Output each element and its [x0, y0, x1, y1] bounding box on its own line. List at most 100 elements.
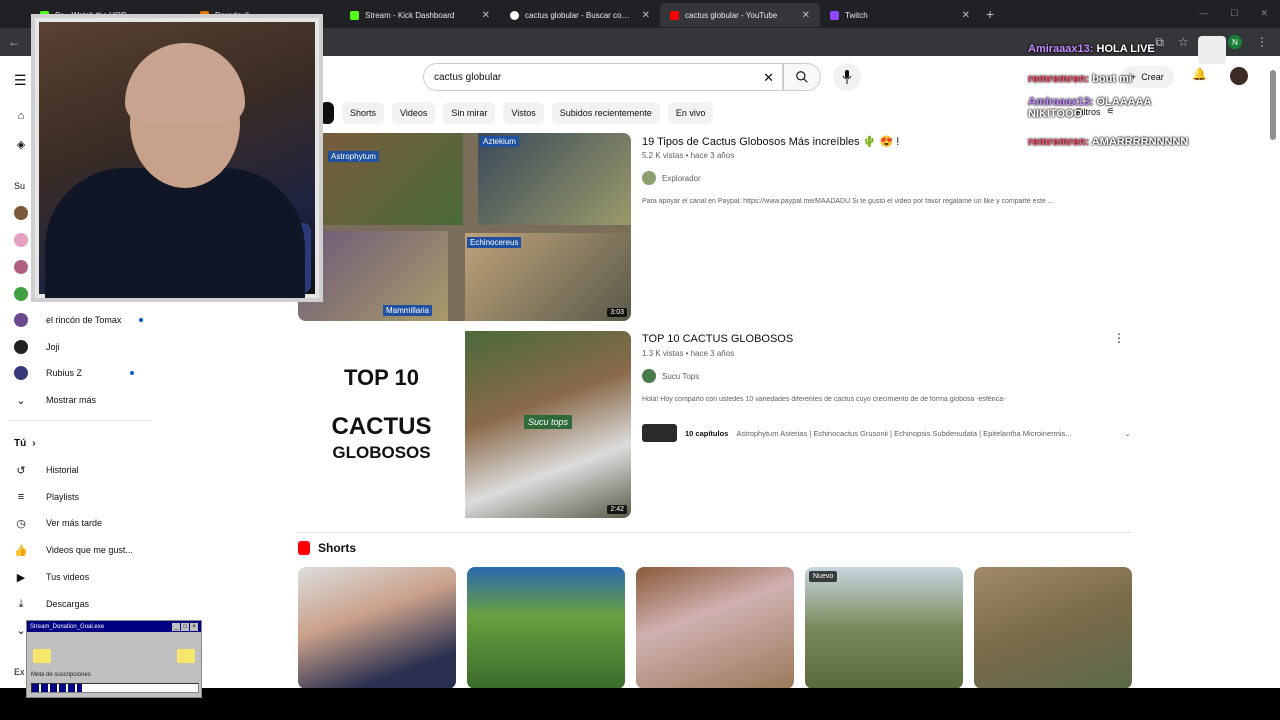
search-button[interactable]: [783, 63, 821, 91]
chapters-text: Astrophytum Asterias | Echinocactus Grus…: [736, 428, 1072, 438]
voice-search-button[interactable]: [833, 63, 861, 91]
sidebar-item-home[interactable]: ⌂: [14, 106, 28, 126]
minimize-icon[interactable]: —: [1199, 8, 1208, 19]
sidebar-item-watch-later[interactable]: ◷ Ver más tarde: [14, 513, 102, 533]
chapter-thumb: [642, 424, 677, 442]
goal-progress-bar: [31, 683, 199, 693]
sidebar-item-el-rincon-de-tomax[interactable]: el rincón de Tomax: [14, 310, 144, 330]
video-result[interactable]: TOP 10 CACTUS GLOBOSOS Sucu tops 2:42 TO…: [298, 331, 1132, 518]
browser-tab[interactable]: Stream - Kick Dashboard ✕: [340, 3, 500, 27]
video-result[interactable]: Astrophytum Aztekium Mammillaria Echinoc…: [298, 133, 1132, 321]
short-card[interactable]: [974, 567, 1132, 689]
sidebar-channel[interactable]: [14, 203, 28, 223]
search-value: cactus globular: [434, 71, 502, 83]
you-header-label: Tú: [14, 437, 27, 449]
profile-avatar[interactable]: N: [1228, 35, 1242, 49]
widget-titlebar: Stream_Donation_Goal.exe _ □ ×: [27, 621, 201, 632]
thumb-label: Astrophytum: [328, 151, 379, 162]
channel-avatar: [14, 340, 28, 354]
create-label: Crear: [1141, 72, 1164, 82]
shorts-icon: ◈: [16, 138, 26, 151]
clear-search-icon[interactable]: ✕: [763, 70, 774, 86]
sidebar-item-downloads[interactable]: ⤓ Descargas: [14, 594, 89, 614]
video-meta: 5.2 K vistas • hace 3 años: [642, 151, 735, 160]
sidebar-explore-header[interactable]: Ex: [14, 662, 25, 682]
new-tab-button[interactable]: +: [986, 6, 994, 22]
video-thumbnail[interactable]: Astrophytum Aztekium Mammillaria Echinoc…: [298, 133, 631, 321]
download-icon: ⤓: [18, 597, 24, 610]
new-badge: Nuevo: [809, 571, 838, 582]
chapters-row[interactable]: 10 capítulos Astrophytum Asterias | Echi…: [642, 422, 1132, 444]
more-options-icon[interactable]: ⋮: [1113, 331, 1125, 345]
sidebar-item-joji[interactable]: Joji: [14, 337, 60, 357]
scrollbar[interactable]: [1270, 60, 1278, 682]
channel-name: Sucu Tops: [662, 371, 700, 381]
video-channel[interactable]: Explorador: [642, 171, 701, 185]
search-input[interactable]: cactus globular ✕: [423, 63, 783, 91]
chip-recent[interactable]: Subidos recientemente: [551, 102, 660, 124]
thumb-label: Echinocereus: [467, 237, 522, 248]
google-icon: [510, 10, 519, 20]
maximize-icon[interactable]: ☐: [1230, 8, 1238, 19]
thumb-text-panel: TOP 10 CACTUS GLOBOSOS: [298, 331, 465, 518]
video-channel[interactable]: Sucu Tops: [642, 369, 699, 383]
notifications-icon[interactable]: 🔔: [1192, 67, 1207, 81]
sidebar-item-liked[interactable]: 👍 Videos que me gust...: [14, 540, 133, 560]
browser-tab[interactable]: cactus globular - Buscar con Google ✕: [500, 3, 660, 27]
close-tab-icon[interactable]: ✕: [642, 10, 650, 21]
chip-live[interactable]: En vivo: [667, 102, 714, 124]
channel-avatar: [14, 287, 28, 301]
scrollbar-thumb[interactable]: [1270, 70, 1276, 140]
thumbs-up-icon: 👍: [14, 544, 28, 557]
chip-shorts[interactable]: Shorts: [342, 102, 385, 124]
close-window-icon[interactable]: ✕: [1260, 8, 1268, 19]
chapters-label: 10 capítulos: [685, 428, 729, 438]
back-icon[interactable]: ←: [8, 35, 20, 49]
chip-watched[interactable]: Vistos: [503, 102, 544, 124]
sidebar-item-shorts[interactable]: ◈: [14, 134, 28, 154]
user-avatar[interactable]: [1230, 67, 1248, 85]
you-header[interactable]: Tú ›: [14, 433, 36, 453]
channel-label: el rincón de Tomax: [46, 315, 122, 325]
star-icon[interactable]: ☆: [1178, 35, 1189, 49]
sidebar-item-your-videos[interactable]: ▶ Tus videos: [14, 567, 89, 587]
chip-unwatched[interactable]: Sin mirar: [443, 102, 496, 124]
video-thumbnail[interactable]: TOP 10 CACTUS GLOBOSOS Sucu tops 2:42: [298, 331, 631, 518]
short-card[interactable]: [467, 567, 625, 689]
browser-tab[interactable]: Twitch ✕: [820, 3, 980, 27]
close-tab-icon[interactable]: ✕: [802, 10, 810, 21]
chevron-down-icon[interactable]: ⌄: [1124, 429, 1130, 438]
video-title[interactable]: TOP 10 CACTUS GLOBOSOS: [642, 333, 793, 345]
donation-goal-widget: Stream_Donation_Goal.exe _ □ × Meta de sus…: [26, 620, 202, 698]
sidebar-channel[interactable]: [14, 230, 28, 250]
hamburger-menu-icon[interactable]: ☰: [14, 72, 27, 89]
clock-icon: ◷: [16, 517, 26, 530]
emote-icon: [1198, 36, 1226, 64]
short-card[interactable]: [298, 567, 456, 689]
streamer-body: [45, 168, 305, 298]
channel-avatar: [14, 366, 28, 380]
explore-label: Ex: [14, 667, 25, 677]
filter-chips: Shorts Videos Sin mirar Vistos Subidos r…: [320, 102, 714, 124]
short-card[interactable]: [636, 567, 794, 689]
close-tab-icon[interactable]: ✕: [482, 10, 490, 21]
close-tab-icon[interactable]: ✕: [962, 10, 970, 21]
sidebar-channel[interactable]: [14, 257, 28, 277]
sidebar-item-playlists[interactable]: ≡ Playlists: [14, 487, 79, 507]
divider: [298, 532, 1132, 533]
cast-icon[interactable]: ⧉: [1155, 35, 1164, 50]
video-title[interactable]: 19 Tipos de Cactus Globosos Más increíbl…: [642, 135, 899, 148]
sidebar-item-history[interactable]: ↺ Historial: [14, 460, 78, 480]
sidebar-item-rubius-z[interactable]: Rubius Z: [14, 363, 135, 383]
window-controls: — ☐ ✕: [1199, 8, 1268, 19]
chip-videos[interactable]: Videos: [392, 102, 436, 124]
sidebar-channel[interactable]: [14, 284, 28, 304]
short-card[interactable]: Nuevo: [805, 567, 963, 689]
subscriptions-header[interactable]: Su: [14, 176, 25, 196]
thumb-text: GLOBOSOS: [332, 443, 431, 462]
browser-tab-active[interactable]: cactus globular - YouTube ✕: [660, 3, 820, 27]
menu-dots-icon[interactable]: ⋮: [1256, 35, 1268, 49]
thumb-watermark: Sucu tops: [524, 415, 573, 429]
mic-icon: [842, 70, 852, 84]
show-more-button[interactable]: ⌄ Mostrar más: [14, 390, 96, 410]
